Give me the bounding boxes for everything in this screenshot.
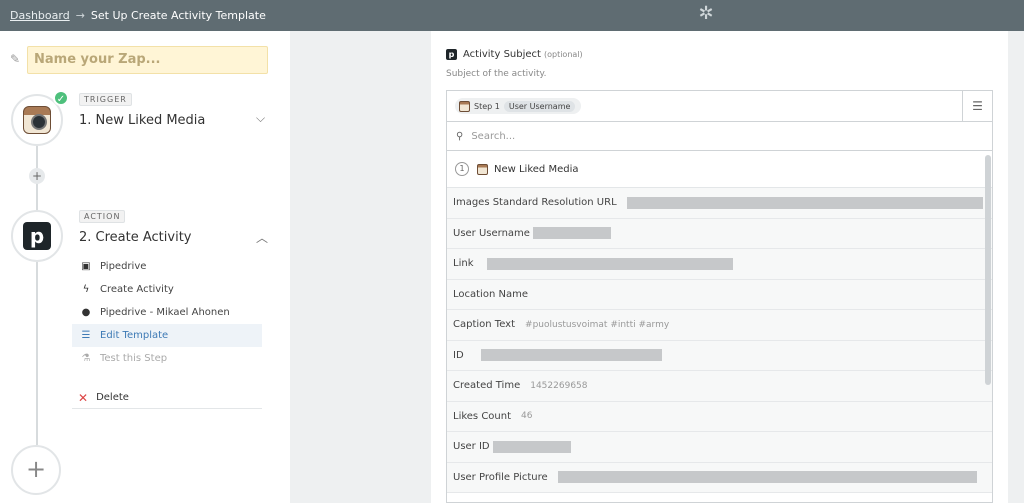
pipedrive-icon: ▣ bbox=[81, 261, 91, 272]
redacted-value bbox=[492, 440, 571, 453]
top-bar: Dashboard → Set Up Create Activity Templ… bbox=[0, 0, 1024, 31]
add-step-button[interactable]: + bbox=[11, 445, 61, 495]
bolt-icon: ϟ bbox=[82, 284, 90, 295]
pipedrive-icon: p bbox=[446, 49, 457, 60]
close-icon: ✕ bbox=[78, 390, 89, 405]
redacted-value bbox=[557, 471, 977, 484]
template-editor: p Activity Subject (optional) Subject of… bbox=[431, 31, 1008, 503]
timeline-line bbox=[36, 261, 38, 445]
search-input[interactable]: ⚲ Search... bbox=[447, 122, 992, 151]
redacted-value bbox=[487, 257, 734, 270]
insert-field-icon[interactable]: ☰ bbox=[962, 91, 992, 121]
redacted-value bbox=[626, 196, 983, 209]
action-submenu: ▣ Pipedrive ϟ Create Activity ● Pipedriv… bbox=[72, 255, 262, 370]
field-option[interactable]: Created Time 1452269658 bbox=[447, 371, 992, 402]
canvas-gutter bbox=[290, 31, 431, 503]
right-gutter bbox=[1008, 31, 1024, 503]
instagram-icon bbox=[477, 163, 488, 175]
delete-step-button[interactable]: ✕ Delete bbox=[72, 387, 262, 409]
field-picker-dropdown: ⚲ Search... 1 New Liked Media Images Sta… bbox=[446, 122, 993, 503]
field-option[interactable]: Likes Count 46 bbox=[447, 401, 992, 432]
trigger-step-node[interactable]: ✓ bbox=[11, 90, 69, 146]
instagram-icon bbox=[23, 106, 51, 134]
field-token-pill[interactable]: Step 1 User Username bbox=[455, 98, 582, 114]
zap-editor-sidebar: ✎ Name your Zap... ✓ TRIGGER 1. New Like… bbox=[0, 31, 290, 503]
field-option[interactable]: User Username bbox=[447, 218, 992, 249]
field-help-text: Subject of the activity. bbox=[446, 69, 547, 79]
trigger-title[interactable]: 1. New Liked Media bbox=[79, 113, 205, 128]
step-group-header[interactable]: 1 New Liked Media bbox=[447, 151, 992, 188]
user-icon: ● bbox=[81, 307, 91, 318]
submenu-account[interactable]: ● Pipedrive - Mikael Ahonen bbox=[72, 301, 262, 324]
submenu-test-step[interactable]: ⚗ Test this Step bbox=[72, 347, 262, 370]
activity-subject-input[interactable]: Step 1 User Username ☰ bbox=[446, 90, 993, 122]
breadcrumb-dashboard-link[interactable]: Dashboard bbox=[10, 9, 70, 22]
submenu-pipedrive[interactable]: ▣ Pipedrive bbox=[72, 255, 262, 278]
action-title[interactable]: 2. Create Activity bbox=[79, 230, 191, 245]
field-option[interactable]: Link bbox=[447, 249, 992, 280]
field-option[interactable]: ID bbox=[447, 340, 992, 371]
pipedrive-icon: p bbox=[23, 222, 51, 250]
chevron-down-icon[interactable]: ⌵ bbox=[256, 111, 265, 126]
submenu-create-activity[interactable]: ϟ Create Activity bbox=[72, 278, 262, 301]
field-option[interactable]: User Profile Picture bbox=[447, 462, 992, 493]
flask-icon: ⚗ bbox=[81, 353, 91, 364]
action-step-node[interactable]: p bbox=[11, 210, 63, 262]
field-option[interactable]: Caption Text #puolustusvoimat #intti #ar… bbox=[447, 310, 992, 341]
field-option[interactable]: Location Name bbox=[447, 279, 992, 310]
field-label: p Activity Subject (optional) bbox=[446, 49, 583, 60]
zap-name-input[interactable]: Name your Zap... bbox=[27, 46, 268, 74]
action-tag: ACTION bbox=[79, 210, 126, 223]
redacted-value bbox=[480, 349, 662, 362]
list-icon: ☰ bbox=[81, 330, 91, 341]
breadcrumb-current: Set Up Create Activity Template bbox=[90, 9, 266, 22]
dropdown-scrollbar[interactable] bbox=[985, 155, 991, 385]
field-option[interactable]: Images Standard Resolution URL bbox=[447, 188, 992, 219]
breadcrumb: Dashboard → Set Up Create Activity Templ… bbox=[10, 0, 266, 31]
redacted-value bbox=[532, 227, 611, 240]
pencil-icon: ✎ bbox=[10, 52, 21, 66]
submenu-edit-template[interactable]: ☰ Edit Template bbox=[72, 324, 262, 347]
gear-icon[interactable]: ✲ bbox=[696, 4, 716, 24]
add-step-small-button[interactable]: + bbox=[29, 168, 45, 184]
trigger-tag: TRIGGER bbox=[79, 93, 132, 106]
check-icon: ✓ bbox=[53, 90, 69, 106]
breadcrumb-arrow: → bbox=[75, 9, 85, 22]
instagram-icon bbox=[459, 100, 470, 112]
chevron-up-icon[interactable]: ︿ bbox=[256, 229, 268, 246]
field-option[interactable]: User ID bbox=[447, 432, 992, 463]
search-icon: ⚲ bbox=[456, 130, 464, 142]
